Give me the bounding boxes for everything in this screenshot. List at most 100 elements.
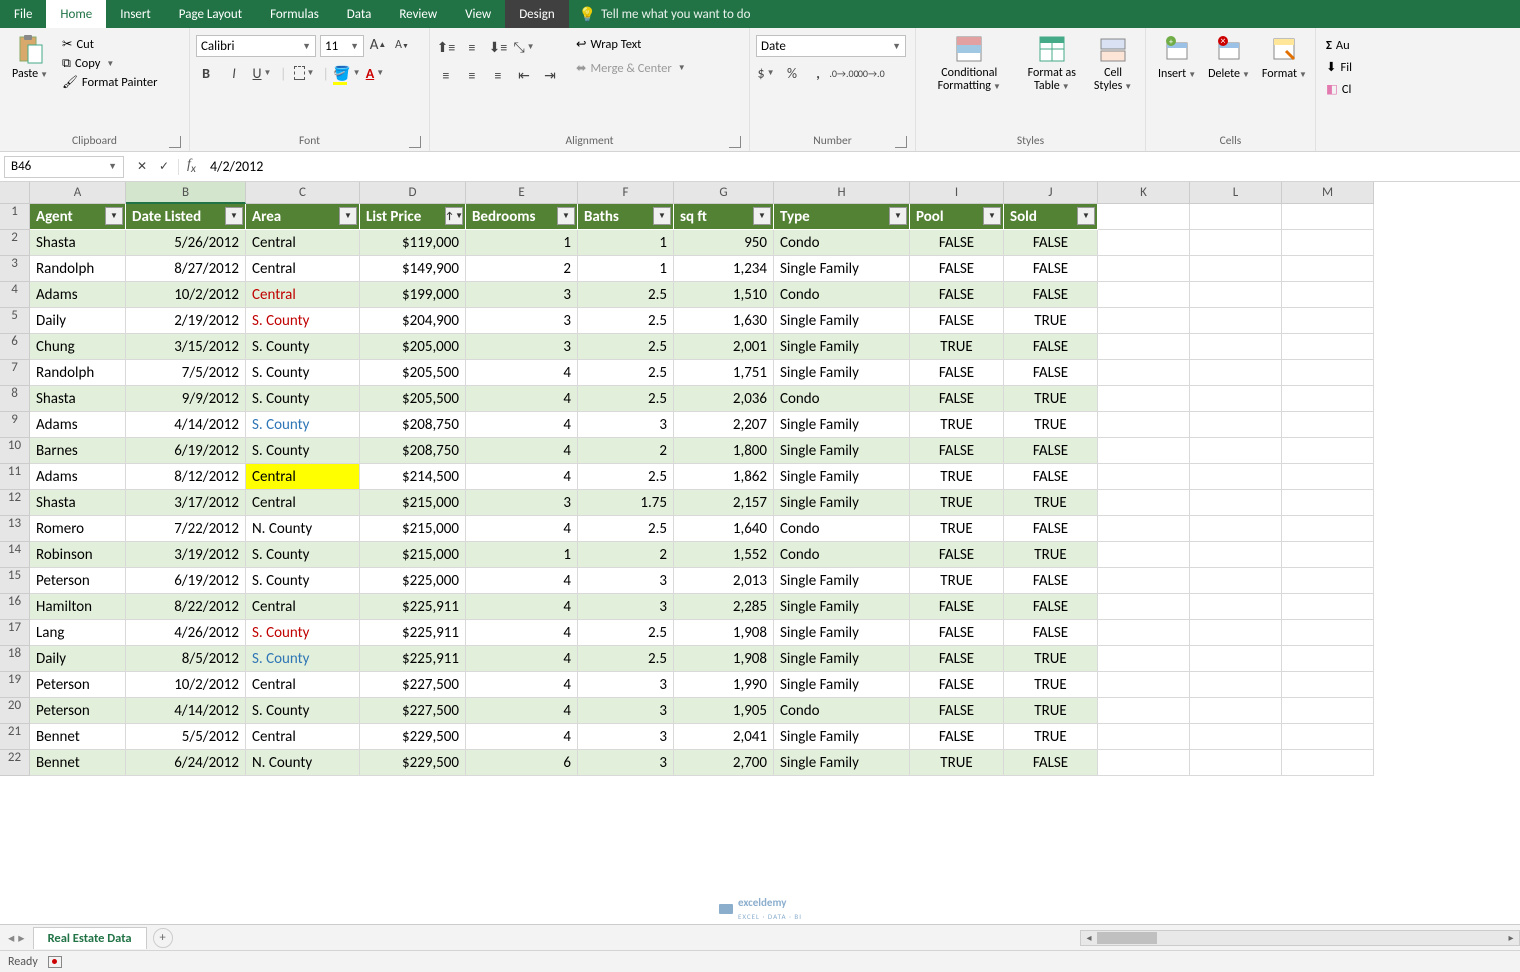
row-header-10[interactable]: 10 bbox=[0, 438, 30, 464]
data-cell[interactable]: FALSE bbox=[910, 724, 1004, 750]
data-cell[interactable]: $149,900 bbox=[360, 256, 466, 282]
empty-cell[interactable] bbox=[1098, 204, 1190, 230]
data-cell[interactable]: Single Family bbox=[774, 256, 910, 282]
empty-cell[interactable] bbox=[1282, 490, 1374, 516]
data-cell[interactable]: Single Family bbox=[774, 438, 910, 464]
data-cell[interactable]: 2,700 bbox=[674, 750, 774, 776]
menu-tab-data[interactable]: Data bbox=[333, 0, 386, 28]
data-cell[interactable]: FALSE bbox=[910, 646, 1004, 672]
data-cell[interactable]: 10/2/2012 bbox=[126, 672, 246, 698]
data-cell[interactable]: $215,000 bbox=[360, 542, 466, 568]
empty-cell[interactable] bbox=[1098, 542, 1190, 568]
data-cell[interactable]: TRUE bbox=[1004, 646, 1098, 672]
data-cell[interactable]: 10/2/2012 bbox=[126, 282, 246, 308]
data-cell[interactable]: 7/5/2012 bbox=[126, 360, 246, 386]
tell-me-search[interactable]: 💡 Tell me what you want to do bbox=[569, 0, 761, 28]
data-cell[interactable]: 4 bbox=[466, 672, 578, 698]
data-cell[interactable]: Condo bbox=[774, 282, 910, 308]
paste-button[interactable]: Paste▼ bbox=[6, 31, 54, 83]
data-cell[interactable]: Randolph bbox=[30, 360, 126, 386]
empty-cell[interactable] bbox=[1190, 490, 1282, 516]
data-cell[interactable]: 1,905 bbox=[674, 698, 774, 724]
data-cell[interactable]: $205,500 bbox=[360, 386, 466, 412]
row-header-21[interactable]: 21 bbox=[0, 724, 30, 750]
decrease-decimal-icon[interactable]: .00→.0 bbox=[860, 63, 880, 83]
empty-cell[interactable] bbox=[1190, 256, 1282, 282]
menu-tab-insert[interactable]: Insert bbox=[106, 0, 165, 28]
empty-cell[interactable] bbox=[1190, 230, 1282, 256]
empty-cell[interactable] bbox=[1282, 594, 1374, 620]
autosum-button[interactable]: Σ Au bbox=[1322, 37, 1354, 54]
comma-icon[interactable]: , bbox=[808, 63, 828, 83]
data-cell[interactable]: Single Family bbox=[774, 464, 910, 490]
row-header-11[interactable]: 11 bbox=[0, 464, 30, 490]
data-cell[interactable]: 2.5 bbox=[578, 386, 674, 412]
data-cell[interactable]: 2,207 bbox=[674, 412, 774, 438]
data-cell[interactable]: 4 bbox=[466, 594, 578, 620]
data-cell[interactable]: FALSE bbox=[1004, 464, 1098, 490]
data-cell[interactable]: Condo bbox=[774, 516, 910, 542]
data-cell[interactable]: Condo bbox=[774, 230, 910, 256]
align-top-icon[interactable]: ⬆≡ bbox=[436, 37, 456, 57]
row-header-15[interactable]: 15 bbox=[0, 568, 30, 594]
alignment-launcher-icon[interactable] bbox=[729, 136, 741, 148]
data-cell[interactable]: Central bbox=[246, 724, 360, 750]
empty-cell[interactable] bbox=[1098, 308, 1190, 334]
data-cell[interactable]: S. County bbox=[246, 438, 360, 464]
empty-cell[interactable] bbox=[1282, 282, 1374, 308]
data-cell[interactable]: 1 bbox=[578, 256, 674, 282]
data-cell[interactable]: 3/19/2012 bbox=[126, 542, 246, 568]
empty-cell[interactable] bbox=[1190, 360, 1282, 386]
new-sheet-button[interactable]: + bbox=[153, 928, 173, 948]
data-cell[interactable]: TRUE bbox=[910, 490, 1004, 516]
data-cell[interactable]: 1,510 bbox=[674, 282, 774, 308]
data-cell[interactable]: $225,911 bbox=[360, 646, 466, 672]
table-header[interactable]: Pool bbox=[910, 204, 1004, 230]
data-cell[interactable]: $215,000 bbox=[360, 516, 466, 542]
data-cell[interactable]: 2.5 bbox=[578, 360, 674, 386]
empty-cell[interactable] bbox=[1282, 724, 1374, 750]
formula-input[interactable] bbox=[204, 158, 1520, 175]
empty-cell[interactable] bbox=[1282, 204, 1374, 230]
data-cell[interactable]: 2.5 bbox=[578, 464, 674, 490]
borders-button[interactable]: ▼ bbox=[294, 63, 314, 83]
data-cell[interactable]: 1,552 bbox=[674, 542, 774, 568]
data-cell[interactable]: 2.5 bbox=[578, 516, 674, 542]
data-cell[interactable]: 4 bbox=[466, 724, 578, 750]
data-cell[interactable]: 3 bbox=[466, 490, 578, 516]
data-cell[interactable]: 1,908 bbox=[674, 646, 774, 672]
row-header-7[interactable]: 7 bbox=[0, 360, 30, 386]
data-cell[interactable]: FALSE bbox=[910, 256, 1004, 282]
data-cell[interactable]: Single Family bbox=[774, 620, 910, 646]
sheet-nav-prev-icon[interactable]: ◂ bbox=[8, 930, 14, 946]
column-header-L[interactable]: L bbox=[1190, 182, 1282, 204]
data-cell[interactable]: 2,013 bbox=[674, 568, 774, 594]
data-cell[interactable]: 2,285 bbox=[674, 594, 774, 620]
empty-cell[interactable] bbox=[1098, 724, 1190, 750]
menu-tab-home[interactable]: Home bbox=[46, 0, 106, 28]
row-header-1[interactable]: 1 bbox=[0, 204, 30, 230]
grow-font-icon[interactable]: A▲ bbox=[368, 35, 388, 55]
underline-button[interactable]: U▼ bbox=[252, 63, 272, 83]
table-header[interactable]: Agent bbox=[30, 204, 126, 230]
data-cell[interactable]: Central bbox=[246, 256, 360, 282]
data-cell[interactable]: Peterson bbox=[30, 698, 126, 724]
font-color-button[interactable]: A▼ bbox=[365, 63, 385, 83]
data-cell[interactable]: Randolph bbox=[30, 256, 126, 282]
macro-record-icon[interactable] bbox=[48, 956, 62, 968]
data-cell[interactable]: S. County bbox=[246, 542, 360, 568]
data-cell[interactable]: FALSE bbox=[1004, 230, 1098, 256]
align-right-icon[interactable]: ≡ bbox=[488, 65, 508, 85]
row-header-3[interactable]: 3 bbox=[0, 256, 30, 282]
empty-cell[interactable] bbox=[1282, 360, 1374, 386]
data-cell[interactable]: 1,640 bbox=[674, 516, 774, 542]
delete-cells-button[interactable]: × Delete▼ bbox=[1202, 31, 1256, 83]
data-cell[interactable]: FALSE bbox=[910, 594, 1004, 620]
data-cell[interactable]: 2.5 bbox=[578, 646, 674, 672]
data-cell[interactable]: FALSE bbox=[910, 386, 1004, 412]
data-cell[interactable]: TRUE bbox=[1004, 412, 1098, 438]
column-header-J[interactable]: J bbox=[1004, 182, 1098, 204]
table-header[interactable]: Baths bbox=[578, 204, 674, 230]
data-cell[interactable]: Central bbox=[246, 594, 360, 620]
column-header-A[interactable]: A bbox=[30, 182, 126, 204]
